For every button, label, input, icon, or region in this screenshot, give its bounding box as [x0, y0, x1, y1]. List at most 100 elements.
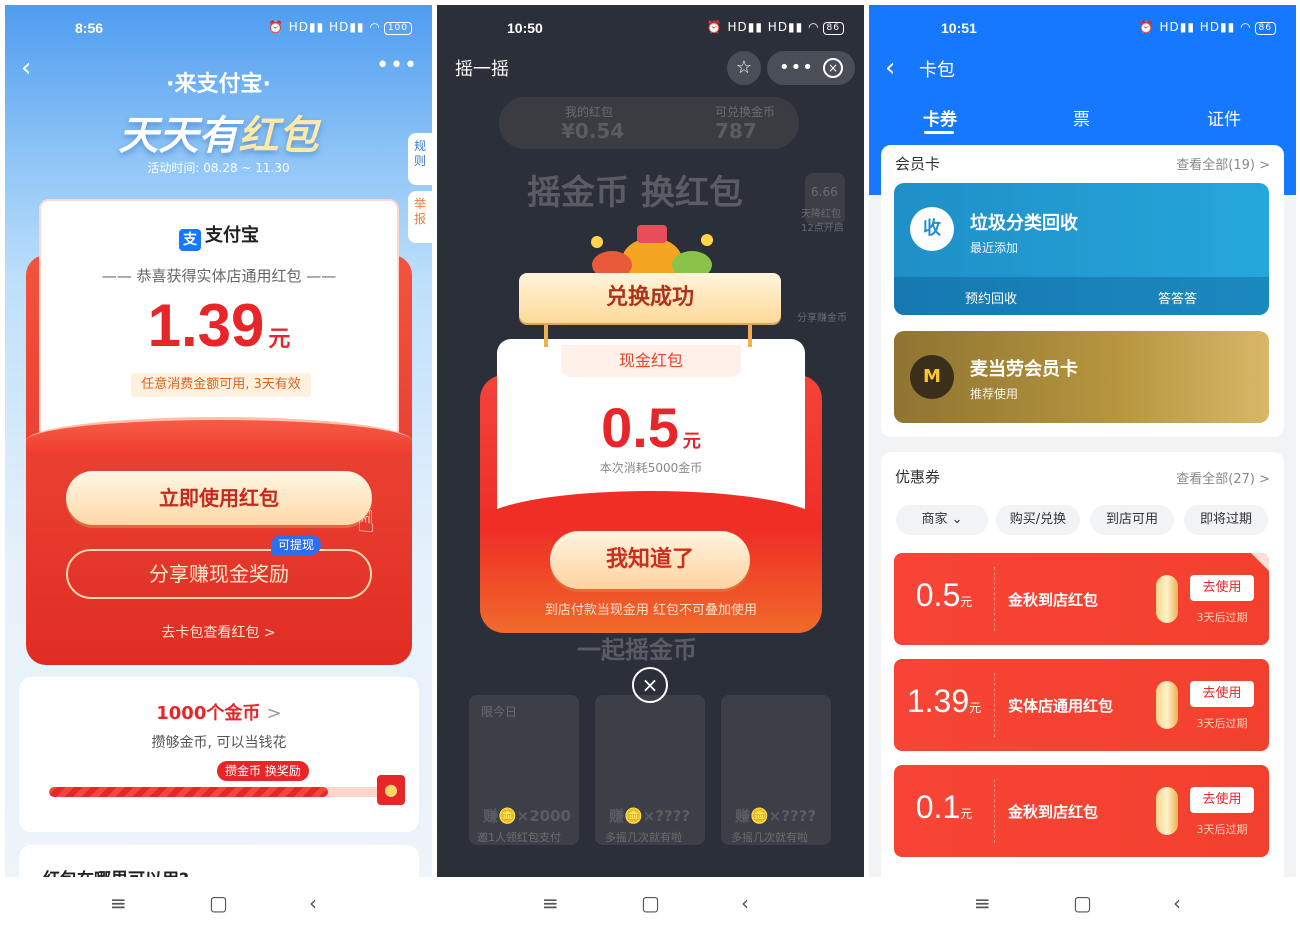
mcdonalds-member-card[interactable]: M 麦当劳会员卡 推荐使用	[894, 331, 1269, 423]
shake-headline: 摇金币 换红包	[527, 173, 743, 213]
coins-title[interactable]: 1000个金币 >	[19, 699, 419, 725]
sky-redpacket-amount: 6.66	[811, 185, 838, 199]
coupon-amount-value: 1.39	[906, 683, 970, 719]
alipay-brand-name: 支付宝	[205, 225, 259, 246]
coupon-amount-unit: 元	[960, 807, 973, 821]
recycle-member-card[interactable]: 收 垃圾分类回收 最近添加 预约回收 答答答	[894, 183, 1269, 315]
coins-card[interactable]: 1000个金币 > 攒够金币, 可以当钱花 攒金币 换奖励 ●	[19, 677, 419, 832]
back-icon[interactable]: ‹	[1173, 891, 1181, 915]
status-icons: ⏰ HD▮▮ HD▮▮ ◠ 86	[707, 20, 844, 35]
tab-tickets[interactable]: 票	[1073, 105, 1090, 130]
tab-coupons[interactable]: 卡券	[923, 105, 957, 130]
view-wallet-link[interactable]: 去卡包查看红包 >	[5, 622, 432, 642]
modal-close-icon[interactable]: ×	[632, 667, 668, 703]
report-tab[interactable]: 举报	[408, 191, 432, 243]
coupon-expiry: 3天后过期	[1196, 717, 1248, 730]
more-icon[interactable]: •••	[779, 57, 814, 78]
task-2-reward: 赚🪙×????	[609, 807, 691, 825]
coins-progress-bar	[49, 787, 389, 797]
close-icon[interactable]: ×	[823, 58, 843, 78]
congrats-text: —— 恭喜获得实体店通用红包 ——	[101, 267, 337, 285]
coupon-item[interactable]: 0.5元 金秋到店红包 去使用 3天后过期	[894, 553, 1269, 645]
coupon-item[interactable]: 0.1元 金秋到店红包 去使用 3天后过期	[894, 765, 1269, 857]
status-time: 10:50	[507, 20, 543, 36]
book-recycle-button[interactable]: 预约回收	[965, 288, 1017, 307]
shake-bottom-text: 一起摇金币	[577, 636, 697, 664]
status-bar: 10:50 ⏰ HD▮▮ HD▮▮ ◠ 86	[437, 5, 864, 49]
envelope-flap	[26, 417, 412, 457]
system-navbar: ≡ ▢ ‹	[437, 877, 864, 931]
use-coupon-button[interactable]: 去使用	[1190, 787, 1254, 813]
coins-progress-fill	[49, 787, 328, 797]
member-section-title: 会员卡	[895, 155, 941, 173]
coupon-name: 金秋到店红包	[1008, 803, 1099, 821]
got-it-button[interactable]: 我知道了	[550, 531, 750, 589]
quiz-button[interactable]: 答答答	[1158, 288, 1197, 307]
campaign-title-highlight: 红包	[238, 113, 319, 159]
cash-redpacket-tab: 现金红包	[561, 345, 741, 377]
modal-amount: 0.5 元	[497, 395, 805, 460]
redpacket-card: 支支付宝 —— 恭喜获得实体店通用红包 —— 1.39 元 任意消费金额可用, 3…	[39, 199, 399, 439]
gift-icon[interactable]: ●	[377, 775, 405, 805]
menu-icon[interactable]: ≡	[542, 891, 559, 915]
active-tab-indicator	[924, 131, 954, 134]
star-icon[interactable]: ☆	[727, 51, 761, 85]
home-icon[interactable]: ▢	[641, 891, 660, 915]
home-icon[interactable]: ▢	[1073, 891, 1092, 915]
member-view-all-link[interactable]: 查看全部(19) >	[1176, 154, 1270, 173]
amount-value: 1.39	[147, 292, 265, 359]
amount-unit: 元	[682, 431, 701, 452]
use-coupon-button[interactable]: 去使用	[1190, 681, 1254, 707]
coupon-divider	[994, 567, 995, 631]
screen-shake-exchange: 10:50 ⏰ HD▮▮ HD▮▮ ◠ 86 摇一摇 ☆ ••• × 我的红包 ¥…	[437, 5, 864, 931]
share-button[interactable]: 分享赚现金奖励	[66, 549, 372, 599]
task-1-reward: 赚🪙×2000	[483, 807, 571, 825]
filter-purchase[interactable]: 购买/兑换	[996, 505, 1080, 535]
coupon-name: 实体店通用红包	[1008, 697, 1114, 715]
coupon-amount-value: 0.5	[915, 577, 961, 613]
use-coupon-button[interactable]: 去使用	[1190, 575, 1254, 601]
menu-icon[interactable]: ≡	[974, 891, 991, 915]
coupon-amount: 0.1元	[894, 789, 994, 826]
amount-unit: 元	[268, 327, 291, 352]
signal-icons: ⏰ HD▮▮ HD▮▮ ◠	[706, 20, 820, 34]
banner-rope-left	[544, 321, 548, 347]
card-actions: 预约回收 答答答	[894, 277, 1269, 315]
menu-icon[interactable]: ≡	[110, 891, 127, 915]
share-coins-link[interactable]: 分享赚金币	[797, 309, 847, 324]
coupon-item[interactable]: 1.39元 实体店通用红包 去使用 3天后过期	[894, 659, 1269, 751]
coupon-divider	[994, 779, 995, 843]
task-1-desc: 邀1人领红包支付	[477, 831, 561, 844]
filter-expiring[interactable]: 即将过期	[1184, 505, 1268, 535]
rules-tab[interactable]: 规则	[408, 133, 432, 185]
coupon-expiry: 3天后过期	[1196, 611, 1248, 624]
coin-icon	[1156, 787, 1178, 835]
back-arrow-icon[interactable]: ‹	[885, 53, 895, 83]
amount-value: 0.5	[601, 396, 679, 459]
success-banner: 兑换成功	[519, 273, 781, 323]
validity-note: 任意消费金额可用, 3天有效	[131, 373, 311, 397]
alipay-brand: 支支付宝	[41, 221, 397, 251]
coin-icon	[1156, 575, 1178, 623]
back-icon[interactable]: ‹	[741, 891, 749, 915]
home-icon[interactable]: ▢	[209, 891, 228, 915]
campaign-period: 活动时间: 08.28 ~ 11.30	[147, 161, 290, 175]
use-redpacket-button[interactable]: 立即使用红包	[66, 471, 372, 525]
filter-in-store[interactable]: 到店可用	[1090, 505, 1174, 535]
coupon-name: 金秋到店红包	[1008, 591, 1099, 609]
battery-icon: 86	[822, 22, 844, 35]
page-title: 摇一摇	[455, 59, 509, 80]
coupon-amount-unit: 元	[969, 701, 982, 715]
coupon-view-all-link[interactable]: 查看全部(27) >	[1176, 468, 1270, 487]
card-subtitle: 最近添加	[970, 241, 1019, 255]
screen-redpacket-result: 8:56 ⏰ HD▮▮ HD▮▮ ◠ 100 ‹ ••• ·来支付宝· 天天有红包…	[5, 5, 432, 931]
filter-merchant[interactable]: 商家 ⌄	[896, 505, 988, 535]
status-bar: 8:56 ⏰ HD▮▮ HD▮▮ ◠ 100	[5, 5, 432, 49]
back-icon[interactable]: ‹	[309, 891, 317, 915]
tab-documents[interactable]: 证件	[1207, 105, 1241, 130]
task-3-reward: 赚🪙×????	[735, 807, 817, 825]
withdraw-badge: 可提现	[271, 535, 322, 555]
screen-card-wallet: 10:51 ⏰ HD▮▮ HD▮▮ ◠ 86 ‹ 卡包 卡券 票 证件 会员卡 查…	[869, 5, 1296, 931]
coins-subtitle: 攒够金币, 可以当钱花	[151, 735, 287, 751]
hand-pointer-icon: ☝	[357, 505, 376, 540]
